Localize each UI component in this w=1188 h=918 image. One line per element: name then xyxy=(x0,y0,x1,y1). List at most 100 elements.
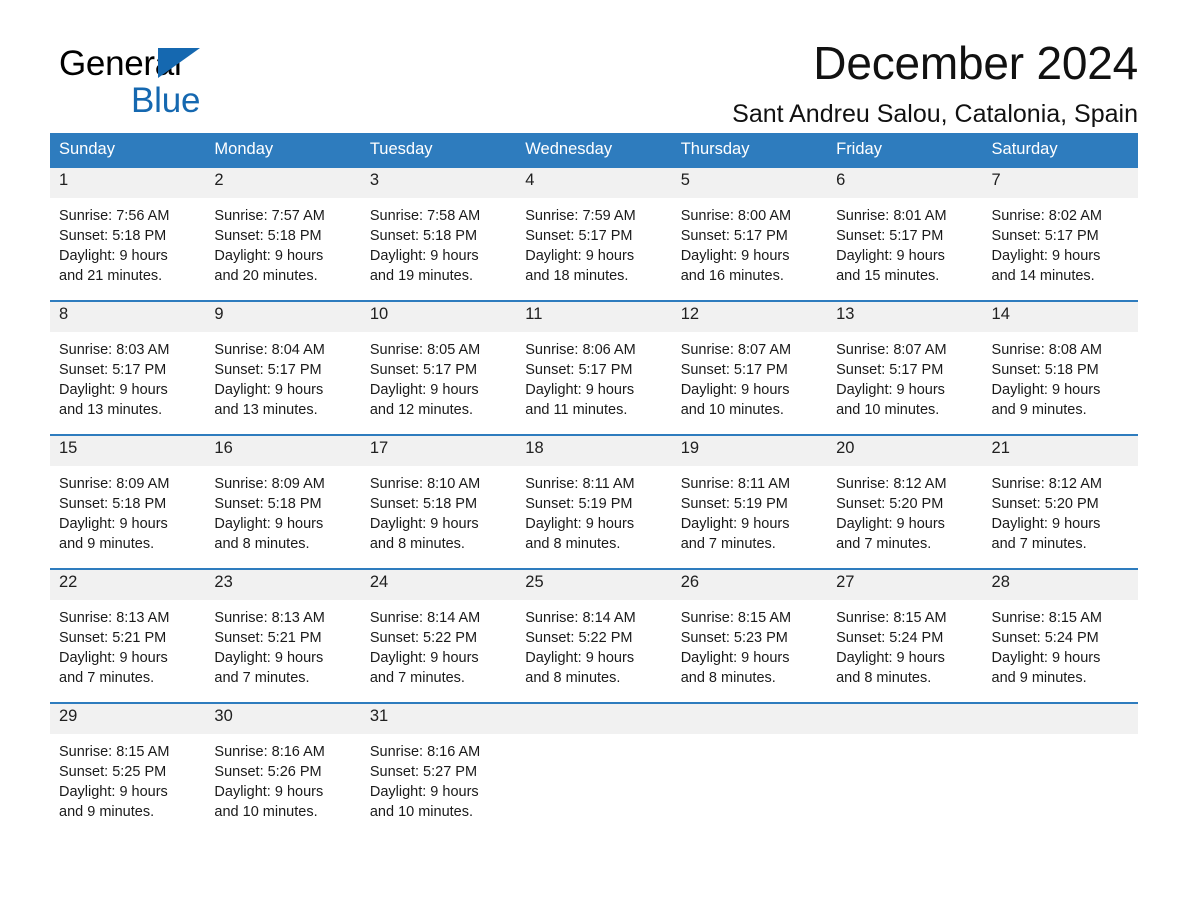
daylight-text-line1: Daylight: 9 hours xyxy=(214,382,324,398)
calendar-day-cell[interactable]: 18 Sunrise: 8:11 AM Sunset: 5:19 PM Dayligh… xyxy=(516,434,672,569)
sunrise-text: Sunrise: 8:15 AM xyxy=(991,610,1102,626)
sunrise-text: Sunrise: 8:15 AM xyxy=(836,610,947,626)
calendar-day-cell[interactable]: 24 Sunrise: 8:14 AM Sunset: 5:22 PM Dayligh… xyxy=(360,568,517,703)
daylight-text-line2: and 19 minutes. xyxy=(369,268,474,284)
calendar-day-cell[interactable]: 13 Sunrise: 8:07 AM Sunset: 5:17 PM Dayligh… xyxy=(827,300,983,435)
sunset-text: Sunset: 5:18 PM xyxy=(59,228,167,244)
daylight-text-line2: and 21 minutes. xyxy=(59,268,163,284)
sunrise-text: Sunrise: 8:16 AM xyxy=(369,744,481,760)
daylight-text-line2: and 10 minutes. xyxy=(214,804,318,820)
calendar-day-cell[interactable]: 9 Sunrise: 8:04 AM Sunset: 5:17 PM Daylight… xyxy=(205,300,361,435)
sunrise-text: Sunrise: 8:05 AM xyxy=(369,342,481,358)
calendar-day-cell[interactable]: 27 Sunrise: 8:15 AM Sunset: 5:24 PM Dayligh… xyxy=(827,568,983,703)
sunset-text: Sunset: 5:20 PM xyxy=(991,496,1099,512)
sunrise-text: Sunrise: 8:15 AM xyxy=(59,744,170,760)
daylight-text-line2: and 13 minutes. xyxy=(59,402,163,418)
day-number: 8 xyxy=(50,302,206,332)
daylight-text-line1: Daylight: 9 hours xyxy=(991,516,1101,532)
day-number: 31 xyxy=(360,704,517,734)
daylight-text-line1: Daylight: 9 hours xyxy=(836,382,945,398)
calendar-day-cell[interactable]: 14 Sunrise: 8:08 AM Sunset: 5:18 PM Dayligh… xyxy=(982,300,1138,435)
day-sun-info: Sunrise: 8:15 AM Sunset: 5:24 PM Daylight:… xyxy=(827,600,982,688)
calendar-day-cell[interactable]: 11 Sunrise: 8:06 AM Sunset: 5:17 PM Dayligh… xyxy=(516,300,672,435)
day-sun-info: Sunrise: 8:00 AM Sunset: 5:17 PM Daylight:… xyxy=(672,198,827,286)
calendar-empty-cell xyxy=(516,702,672,836)
daylight-text-line2: and 8 minutes. xyxy=(369,536,465,552)
day-number: 4 xyxy=(516,168,672,198)
weekday-header-wednesday: Wednesday xyxy=(516,133,672,167)
day-number: 20 xyxy=(827,436,983,466)
sunrise-text: Sunrise: 8:07 AM xyxy=(680,342,792,358)
calendar-day-cell[interactable]: 20 Sunrise: 8:12 AM Sunset: 5:20 PM Dayligh… xyxy=(827,434,983,569)
day-number: 10 xyxy=(360,302,517,332)
day-sun-info: Sunrise: 8:14 AM Sunset: 5:22 PM Daylight:… xyxy=(516,600,671,688)
day-sun-info: Sunrise: 8:01 AM Sunset: 5:17 PM Daylight:… xyxy=(827,198,982,286)
calendar-day-cell[interactable]: 22 Sunrise: 8:13 AM Sunset: 5:21 PM Dayligh… xyxy=(50,568,206,703)
daylight-text-line2: and 7 minutes. xyxy=(680,536,776,552)
day-number: 14 xyxy=(982,302,1138,332)
calendar-day-cell[interactable]: 8 Sunrise: 8:03 AM Sunset: 5:17 PM Daylight… xyxy=(50,300,206,435)
daylight-text-line1: Daylight: 9 hours xyxy=(525,650,635,666)
daylight-text-line1: Daylight: 9 hours xyxy=(369,650,479,666)
daylight-text-line2: and 15 minutes. xyxy=(836,268,940,284)
weekday-header-tuesday: Tuesday xyxy=(360,133,517,167)
day-sun-info: Sunrise: 7:58 AM Sunset: 5:18 PM Daylight:… xyxy=(361,198,516,286)
day-sun-info: Sunrise: 8:15 AM Sunset: 5:23 PM Daylight:… xyxy=(672,600,827,688)
day-sun-info: Sunrise: 8:11 AM Sunset: 5:19 PM Daylight:… xyxy=(672,466,827,554)
calendar-day-cell[interactable]: 12 Sunrise: 8:07 AM Sunset: 5:17 PM Dayligh… xyxy=(671,300,828,435)
calendar-day-cell[interactable]: 4 Sunrise: 7:59 AM Sunset: 5:17 PM Daylight… xyxy=(516,166,672,301)
daylight-text-line2: and 10 minutes. xyxy=(369,804,474,820)
sunrise-text: Sunrise: 8:01 AM xyxy=(836,208,947,224)
calendar-day-cell[interactable]: 25 Sunrise: 8:14 AM Sunset: 5:22 PM Dayligh… xyxy=(516,568,672,703)
calendar-day-cell[interactable]: 6 Sunrise: 8:01 AM Sunset: 5:17 PM Daylight… xyxy=(827,166,983,301)
calendar-day-cell[interactable]: 31 Sunrise: 8:16 AM Sunset: 5:27 PM Dayligh… xyxy=(360,702,517,836)
calendar-day-cell[interactable]: 29 Sunrise: 8:15 AM Sunset: 5:25 PM Dayligh… xyxy=(50,702,206,836)
calendar-day-cell[interactable]: 19 Sunrise: 8:11 AM Sunset: 5:19 PM Dayligh… xyxy=(671,434,828,569)
calendar-day-cell[interactable]: 3 Sunrise: 7:58 AM Sunset: 5:18 PM Daylight… xyxy=(360,166,517,301)
calendar-day-cell[interactable]: 2 Sunrise: 7:57 AM Sunset: 5:18 PM Daylight… xyxy=(205,166,361,301)
day-number: 13 xyxy=(827,302,983,332)
logo-blue-label: Blue xyxy=(131,81,201,120)
calendar-day-cell[interactable]: 26 Sunrise: 8:15 AM Sunset: 5:23 PM Dayligh… xyxy=(671,568,828,703)
sunrise-text: Sunrise: 7:56 AM xyxy=(59,208,170,224)
day-number: 19 xyxy=(671,436,828,466)
calendar-day-cell[interactable]: 7 Sunrise: 8:02 AM Sunset: 5:17 PM Daylight… xyxy=(982,166,1138,301)
daylight-text-line1: Daylight: 9 hours xyxy=(836,650,945,666)
calendar-day-cell[interactable]: 21 Sunrise: 8:12 AM Sunset: 5:20 PM Dayligh… xyxy=(982,434,1138,569)
calendar-day-cell[interactable]: 5 Sunrise: 8:00 AM Sunset: 5:17 PM Daylight… xyxy=(671,166,828,301)
page-header: General Blue December 2024 Sant Andreu S… xyxy=(50,0,1138,127)
calendar-day-cell[interactable]: 17 Sunrise: 8:10 AM Sunset: 5:18 PM Dayligh… xyxy=(360,434,517,569)
sunrise-text: Sunrise: 8:10 AM xyxy=(369,476,481,492)
day-sun-info: Sunrise: 7:57 AM Sunset: 5:18 PM Daylight:… xyxy=(205,198,360,286)
sunset-text: Sunset: 5:24 PM xyxy=(991,630,1099,646)
calendar-day-cell[interactable]: 15 Sunrise: 8:09 AM Sunset: 5:18 PM Dayligh… xyxy=(50,434,206,569)
daylight-text-line2: and 8 minutes. xyxy=(525,536,621,552)
day-number: 30 xyxy=(205,704,361,734)
daylight-text-line1: Daylight: 9 hours xyxy=(214,650,324,666)
sunrise-text: Sunrise: 8:00 AM xyxy=(680,208,792,224)
sunrise-text: Sunrise: 8:13 AM xyxy=(59,610,170,626)
calendar-day-cell[interactable]: 1 Sunrise: 7:56 AM Sunset: 5:18 PM Daylight… xyxy=(50,166,206,301)
sunset-text: Sunset: 5:17 PM xyxy=(369,362,478,378)
sunset-text: Sunset: 5:18 PM xyxy=(59,496,167,512)
sunrise-text: Sunrise: 7:58 AM xyxy=(369,208,481,224)
calendar-day-cell[interactable]: 30 Sunrise: 8:16 AM Sunset: 5:26 PM Dayligh… xyxy=(205,702,361,836)
sunset-text: Sunset: 5:26 PM xyxy=(214,764,322,780)
calendar-day-cell[interactable]: 23 Sunrise: 8:13 AM Sunset: 5:21 PM Dayligh… xyxy=(205,568,361,703)
daylight-text-line1: Daylight: 9 hours xyxy=(59,248,168,264)
daylight-text-line1: Daylight: 9 hours xyxy=(836,516,945,532)
day-number: 29 xyxy=(50,704,206,734)
daylight-text-line1: Daylight: 9 hours xyxy=(525,516,635,532)
calendar-day-cell[interactable]: 28 Sunrise: 8:15 AM Sunset: 5:24 PM Dayligh… xyxy=(982,568,1138,703)
day-sun-info: Sunrise: 8:10 AM Sunset: 5:18 PM Daylight:… xyxy=(361,466,516,554)
daylight-text-line2: and 7 minutes. xyxy=(991,536,1087,552)
sunset-text: Sunset: 5:18 PM xyxy=(991,362,1099,378)
calendar-day-cell[interactable]: 10 Sunrise: 8:05 AM Sunset: 5:17 PM Dayligh… xyxy=(360,300,517,435)
daylight-text-line1: Daylight: 9 hours xyxy=(214,516,324,532)
generalblue-logo[interactable]: General Blue xyxy=(59,46,319,120)
calendar-day-cell[interactable]: 16 Sunrise: 8:09 AM Sunset: 5:18 PM Dayligh… xyxy=(205,434,361,569)
sunset-text: Sunset: 5:18 PM xyxy=(369,228,478,244)
sunrise-text: Sunrise: 8:06 AM xyxy=(525,342,636,358)
logo-text-general: General xyxy=(59,46,319,82)
sunset-text: Sunset: 5:21 PM xyxy=(214,630,322,646)
